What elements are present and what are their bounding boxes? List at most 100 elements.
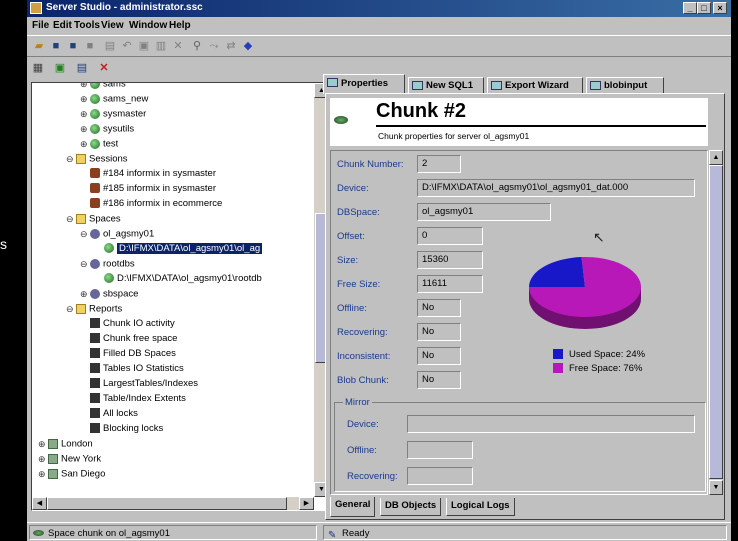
collapse-toggle-icon[interactable]: ⊖	[80, 227, 90, 241]
object-tree[interactable]: ⊕ sams ⊕ sams_new ⊕ sysmaster ⊕ sysutils ⊕ test ⊖ S…	[31, 82, 331, 511]
tree-node[interactable]: #186 informix in ecommerce	[80, 197, 222, 211]
blob-chunk-field[interactable]: No	[417, 371, 461, 389]
tree-node[interactable]: Table/Index Extents	[80, 392, 186, 406]
properties-icon[interactable]: ▤	[75, 62, 89, 74]
print-icon[interactable]: ▤	[103, 40, 117, 52]
expand-toggle-icon[interactable]: ⊕	[80, 83, 90, 91]
tree-node[interactable]: Filled DB Spaces	[80, 347, 176, 361]
delete-icon[interactable]: ✕	[171, 40, 185, 52]
tree-node[interactable]: ⊕ San Diego	[38, 467, 105, 481]
tree-node[interactable]: ⊖ Spaces	[66, 212, 121, 226]
tree-node[interactable]: ⊖ rootdbs	[80, 257, 135, 271]
menu-edit[interactable]: Edit	[53, 20, 72, 31]
properties-panel: Chunk #2 Chunk properties for server ol_…	[325, 93, 725, 520]
tab-db-objects[interactable]: DB Objects	[380, 498, 442, 516]
expand-toggle-icon[interactable]: ⊕	[38, 437, 48, 451]
cut-icon[interactable]: ■	[83, 40, 97, 52]
tree-node[interactable]: Chunk IO activity	[80, 317, 175, 331]
inconsistent-field[interactable]: No	[417, 347, 461, 365]
menu-tools[interactable]: Tools	[74, 20, 100, 31]
expand-toggle-icon[interactable]: ⊕	[80, 107, 90, 121]
server-icon	[48, 469, 58, 479]
collapse-toggle-icon[interactable]: ⊖	[66, 212, 76, 226]
recovering-field[interactable]: No	[417, 323, 461, 341]
expand-toggle-icon[interactable]: ⊕	[80, 287, 90, 301]
tree-node[interactable]: ⊖ Reports	[66, 302, 122, 316]
tab-properties[interactable]: Properties	[323, 74, 405, 94]
collapse-toggle-icon[interactable]: ⊖	[66, 152, 76, 166]
tab-export-wizard[interactable]: Export Wizard	[487, 77, 583, 93]
paste-icon[interactable]: ▥	[154, 40, 168, 52]
expand-toggle-icon[interactable]: ⊕	[80, 92, 90, 106]
form-scroll-thumb[interactable]	[709, 165, 723, 479]
save-all-icon[interactable]: ■	[66, 40, 80, 52]
tab-blobinput[interactable]: blobinput	[586, 77, 664, 93]
offline-field[interactable]: No	[417, 299, 461, 317]
save-icon[interactable]: ■	[49, 40, 63, 52]
tree-node[interactable]: ⊕ test	[80, 137, 118, 151]
expand-toggle-icon[interactable]: ⊕	[38, 452, 48, 466]
collapse-toggle-icon[interactable]: ⊖	[80, 257, 90, 271]
tab-logical-logs[interactable]: Logical Logs	[446, 498, 515, 516]
offset-field[interactable]: 0	[417, 227, 483, 245]
tree-node[interactable]: ⊕ sysutils	[80, 122, 134, 136]
mirror-offline-field[interactable]	[407, 441, 473, 459]
mirror-device-field[interactable]	[407, 415, 695, 433]
open-icon[interactable]: ▰	[32, 40, 46, 52]
device-field[interactable]: D:\IFMX\DATA\ol_agsmy01\ol_agsmy01_dat.0…	[417, 179, 695, 197]
copy-icon[interactable]: ▣	[137, 40, 151, 52]
tree-node[interactable]: Blocking locks	[80, 422, 163, 436]
tab-general[interactable]: General	[330, 497, 376, 517]
tree-node[interactable]: ⊕ sams	[80, 83, 126, 91]
tree-node[interactable]: ⊕ sbspace	[80, 287, 138, 301]
tree-node[interactable]: ⊕ New York	[38, 452, 101, 466]
tree-node[interactable]: ⊕ London	[38, 437, 93, 451]
expand-toggle-icon[interactable]: ⊕	[80, 137, 90, 151]
close-button[interactable]: ×	[713, 2, 727, 14]
disconnect-icon[interactable]: ✕	[97, 62, 111, 74]
expand-toggle-icon[interactable]: ⊕	[38, 467, 48, 481]
scroll-right-button[interactable]: ▶	[299, 497, 314, 510]
tree-node[interactable]: #184 informix in sysmaster	[80, 167, 216, 181]
replace-icon[interactable]: ⇄	[224, 40, 238, 52]
tree-node[interactable]: ⊕ sams_new	[80, 92, 148, 106]
undo-icon[interactable]: ↶	[120, 40, 134, 52]
find-next-icon[interactable]: ⤳	[207, 40, 221, 52]
collapse-toggle-icon[interactable]: ⊖	[66, 302, 76, 316]
mirror-recovering-field[interactable]	[407, 467, 473, 485]
expand-toggle-icon[interactable]: ⊕	[80, 122, 90, 136]
form-scroll-down-button[interactable]: ▼	[709, 480, 723, 495]
form-vertical-scrollbar[interactable]: ▲ ▼	[709, 150, 723, 495]
tree-node[interactable]: ⊖ Sessions	[66, 152, 128, 166]
chunk-number-field[interactable]: 2	[417, 155, 461, 173]
connect-icon[interactable]: ▦	[31, 62, 45, 74]
run-icon[interactable]: ◆	[241, 40, 255, 52]
menu-window[interactable]: Window	[129, 20, 167, 31]
main-toolbar: ▰ ■ ■ ■ ▤ ↶ ▣ ▥ ✕ ⚲ ⤳ ⇄ ◆	[27, 35, 731, 57]
menu-view[interactable]: View	[101, 20, 124, 31]
tree-node[interactable]: D:\IFMX\DATA\ol_agsmy01\rootdb	[94, 272, 262, 286]
maximize-button[interactable]: □	[697, 2, 711, 14]
tree-node[interactable]: LargestTables/Indexes	[80, 377, 198, 391]
refresh-icon[interactable]: ▣	[53, 62, 67, 74]
app-window: Server Studio - administrator.ssc _ □ × …	[27, 0, 731, 541]
tree-node[interactable]: Chunk free space	[80, 332, 177, 346]
form-scroll-up-button[interactable]: ▲	[709, 150, 723, 165]
tree-horizontal-scrollbar[interactable]: ◀ ▶	[32, 497, 314, 510]
tab-new-sql1[interactable]: New SQL1	[408, 77, 484, 93]
find-icon[interactable]: ⚲	[190, 40, 204, 52]
tree-node[interactable]: Tables IO Statistics	[80, 362, 184, 376]
scroll-left-button[interactable]: ◀	[32, 497, 47, 510]
minimize-button[interactable]: _	[683, 2, 697, 14]
free-size-field[interactable]: 11611	[417, 275, 483, 293]
size-field[interactable]: 15360	[417, 251, 483, 269]
tree-node[interactable]: D:\IFMX\DATA\ol_agsmy01\ol_ag	[94, 242, 263, 256]
tree-node[interactable]: #185 informix in sysmaster	[80, 182, 216, 196]
hscroll-thumb[interactable]	[47, 497, 287, 510]
tree-node[interactable]: ⊕ sysmaster	[80, 107, 146, 121]
menu-file[interactable]: File	[32, 20, 49, 31]
tree-node[interactable]: ⊖ ol_agsmy01	[80, 227, 154, 241]
tree-node[interactable]: All locks	[80, 407, 138, 421]
dbspace-field[interactable]: ol_agsmy01	[417, 203, 551, 221]
menu-help[interactable]: Help	[169, 20, 191, 31]
